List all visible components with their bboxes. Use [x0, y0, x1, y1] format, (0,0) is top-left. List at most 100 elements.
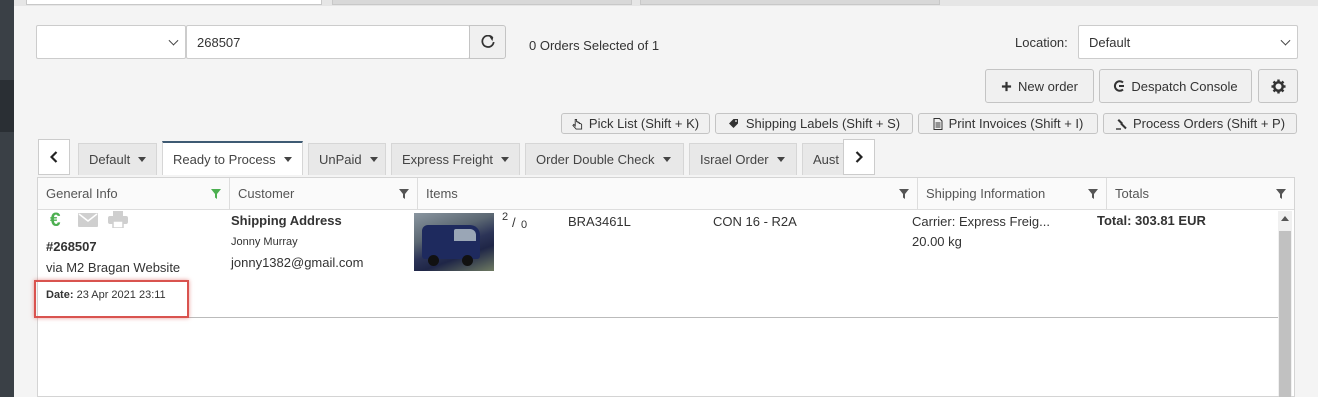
tags-icon [728, 119, 738, 128]
item-qty-ordered: 2 [502, 211, 509, 223]
location-select-value: Default [1089, 34, 1131, 50]
refresh-button[interactable] [469, 25, 506, 59]
print-invoices-button[interactable]: Print Invoices (Shift + I) [918, 113, 1098, 134]
item-qty-allocated: 0 [521, 219, 528, 231]
hand-pointer-icon [572, 118, 582, 129]
despatch-console-button[interactable]: Despatch Console [1099, 69, 1252, 103]
column-items[interactable]: Items [418, 178, 918, 209]
caret-down-icon [369, 157, 378, 162]
paid-euro-icon: € [50, 210, 61, 231]
tab-order-double-check[interactable]: Order Double Check [525, 143, 684, 175]
caret-down-icon [283, 156, 292, 162]
caret-down-icon [776, 157, 785, 162]
process-orders-label: Process Orders (Shift + P) [1132, 116, 1286, 131]
orders-grid: General Info Customer Items Shipping Inf… [37, 177, 1295, 397]
chevron-down-icon [1280, 35, 1291, 46]
filter-icon[interactable] [399, 189, 409, 199]
refresh-icon [480, 35, 495, 48]
envelope-icon[interactable] [78, 213, 98, 227]
top-tab-3[interactable] [640, 0, 940, 5]
scroll-up-icon[interactable] [1281, 216, 1289, 221]
location-label: Location: [1015, 35, 1068, 50]
order-number[interactable]: #268507 [46, 239, 97, 254]
grid-header: General Info Customer Items Shipping Inf… [38, 178, 1294, 210]
column-customer[interactable]: Customer [230, 178, 418, 209]
gear-icon [1270, 78, 1286, 94]
item-sku: BRA3461L [568, 214, 631, 229]
tab-israel-order[interactable]: Israel Order [689, 143, 797, 175]
new-order-label: New order [1018, 78, 1078, 94]
tab-label: Default [89, 152, 131, 167]
customer-email[interactable]: jonny1382@gmail.com [231, 255, 363, 270]
order-source: via M2 Bragan Website [46, 260, 181, 275]
customer-name: Jonny Murray [231, 236, 298, 248]
tab-unpaid[interactable]: UnPaid [308, 143, 386, 175]
row-divider [38, 317, 1278, 318]
document-icon [933, 117, 943, 130]
tab-label: Aust [813, 152, 840, 167]
console-icon [1114, 80, 1125, 92]
tab-default[interactable]: Default [78, 143, 157, 175]
filter-icon[interactable] [1276, 189, 1286, 199]
tabs-prev-button[interactable] [38, 139, 70, 175]
van-wheel [462, 255, 473, 266]
print-invoices-label: Print Invoices (Shift + I) [948, 116, 1084, 131]
column-label: Customer [238, 186, 295, 201]
column-label: Totals [1115, 186, 1149, 201]
item-title: CON 16 - R2A [713, 214, 797, 229]
date-highlight-box [34, 280, 189, 318]
shipping-labels-button[interactable]: Shipping Labels (Shift + S) [715, 113, 913, 134]
column-label: Items [426, 186, 458, 201]
pick-list-button[interactable]: Pick List (Shift + K) [561, 113, 710, 134]
shipping-weight: 20.00 kg [912, 234, 962, 249]
caret-down-icon [138, 157, 147, 162]
grid-scrollbar[interactable] [1278, 211, 1292, 397]
item-thumbnail[interactable] [414, 213, 494, 271]
tab-label: Order Double Check [536, 152, 655, 167]
filter-icon[interactable] [1088, 189, 1098, 199]
pick-list-label: Pick List (Shift + K) [588, 116, 700, 131]
caret-down-icon [501, 157, 510, 162]
chevron-left-icon [50, 151, 58, 163]
gavel-icon [1115, 118, 1127, 130]
search-type-select[interactable] [36, 25, 186, 59]
chevron-right-icon [855, 151, 863, 163]
orders-selected-text: 0 Orders Selected of 1 [529, 38, 660, 53]
tab-ready-to-process[interactable]: Ready to Process [162, 141, 303, 175]
location-select[interactable]: Default [1078, 25, 1298, 59]
tab-label: Ready to Process [173, 151, 276, 167]
tab-label: Express Freight [402, 152, 494, 167]
sidebar-edge [0, 0, 14, 397]
shipping-carrier: Carrier: Express Freig... [912, 214, 1050, 229]
new-order-button[interactable]: New order [985, 69, 1094, 103]
order-total: Total: 303.81 EUR [1097, 213, 1206, 228]
printer-icon[interactable] [108, 211, 128, 228]
shipping-labels-label: Shipping Labels (Shift + S) [745, 116, 901, 131]
tab-label: UnPaid [319, 152, 362, 167]
van-wheel [428, 255, 439, 266]
column-label: General Info [46, 186, 118, 201]
despatch-console-label: Despatch Console [1131, 78, 1238, 94]
filter-icon[interactable] [899, 189, 909, 199]
tab-aust[interactable]: Aust [802, 143, 846, 175]
filter-icon[interactable] [211, 189, 221, 199]
caret-down-icon [662, 157, 671, 162]
tab-express-freight[interactable]: Express Freight [391, 143, 520, 175]
column-totals[interactable]: Totals [1107, 178, 1294, 209]
scroll-thumb[interactable] [1279, 231, 1291, 397]
tabs-next-button[interactable] [843, 139, 875, 175]
sidebar-active-block [0, 80, 14, 132]
van-window [454, 229, 476, 241]
search-input-value: 268507 [197, 34, 241, 50]
column-general-info[interactable]: General Info [38, 178, 230, 209]
column-shipping-information[interactable]: Shipping Information [918, 178, 1107, 209]
process-orders-button[interactable]: Process Orders (Shift + P) [1103, 113, 1297, 134]
column-label: Shipping Information [926, 186, 1046, 201]
settings-button[interactable] [1258, 69, 1298, 103]
top-tab-1[interactable] [26, 0, 322, 5]
top-tab-2[interactable] [332, 0, 632, 5]
item-qty-separator: / [512, 215, 516, 230]
search-input[interactable]: 268507 [186, 25, 470, 59]
shipping-address-heading: Shipping Address [231, 213, 342, 228]
chevron-down-icon [168, 35, 179, 46]
